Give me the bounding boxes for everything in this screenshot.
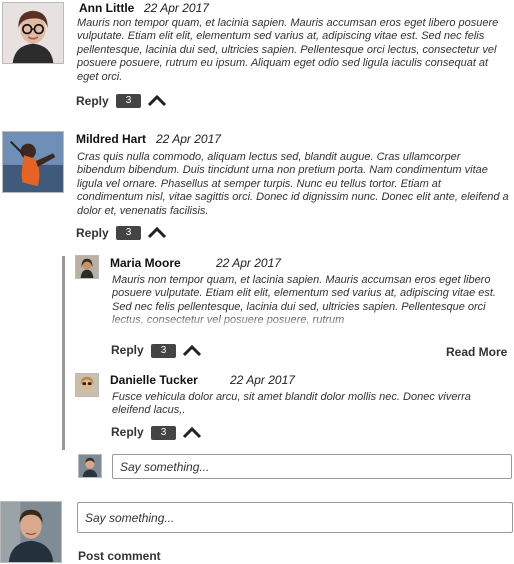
avatar-maria-moore <box>75 255 99 279</box>
avatar-danielle-tucker <box>75 373 99 397</box>
fade-overlay <box>112 314 512 328</box>
reply-author: Maria Moore <box>110 256 181 270</box>
avatar-mildred-hart-image <box>3 132 63 192</box>
chevron-up-icon <box>182 427 202 439</box>
avatar-maria-moore-image <box>76 256 98 278</box>
collapse-button[interactable] <box>147 227 167 239</box>
comment-body: Cras quis nulla commodo, aliquam lectus … <box>77 151 509 217</box>
avatar-current-user-small <box>78 454 102 478</box>
reply-button[interactable]: Reply <box>111 343 144 357</box>
reply-count-badge: 3 <box>151 344 176 358</box>
chevron-up-icon <box>147 227 167 239</box>
avatar-current-user-small-image <box>79 455 101 477</box>
collapse-button[interactable] <box>182 345 202 357</box>
comment-body: Mauris non tempor quam, et lacinia sapie… <box>77 17 499 83</box>
reply-count-badge: 3 <box>116 226 141 240</box>
comment-author: Mildred Hart <box>76 132 147 146</box>
collapse-button[interactable] <box>147 95 167 107</box>
reply-body: Fusce vehicula dolor arcu, sit amet blan… <box>112 391 471 417</box>
avatar-ann-little-image <box>3 3 63 63</box>
reply-author: Danielle Tucker <box>110 373 198 387</box>
reply-count-badge: 3 <box>116 94 141 108</box>
avatar-mildred-hart <box>2 131 64 193</box>
comment-input[interactable] <box>77 502 513 533</box>
reply-button[interactable]: Reply <box>76 226 109 240</box>
reply-button[interactable]: Reply <box>76 94 109 108</box>
reply-date: 22 Apr 2017 <box>216 256 281 270</box>
avatar-current-user-image <box>1 502 61 562</box>
post-comment-button[interactable]: Post comment <box>78 549 161 563</box>
comment-date: 22 Apr 2017 <box>156 132 221 146</box>
collapse-button[interactable] <box>182 427 202 439</box>
chevron-up-icon <box>147 95 167 107</box>
avatar-ann-little <box>2 2 64 64</box>
reply-button[interactable]: Reply <box>111 425 144 439</box>
chevron-up-icon <box>182 345 202 357</box>
reply-count-badge: 3 <box>151 426 176 440</box>
reply-date: 22 Apr 2017 <box>230 373 295 387</box>
thread-reply-input[interactable] <box>112 454 512 479</box>
reply-body-clip: Mauris non tempor quam, et lacinia sapie… <box>112 274 512 328</box>
comment-date: 22 Apr 2017 <box>144 1 209 15</box>
thread-line <box>62 256 65 450</box>
avatar-current-user <box>0 501 62 563</box>
read-more-link[interactable]: Read More <box>446 345 507 359</box>
comment-author: Ann Little <box>79 1 135 15</box>
avatar-danielle-tucker-image <box>76 374 98 396</box>
